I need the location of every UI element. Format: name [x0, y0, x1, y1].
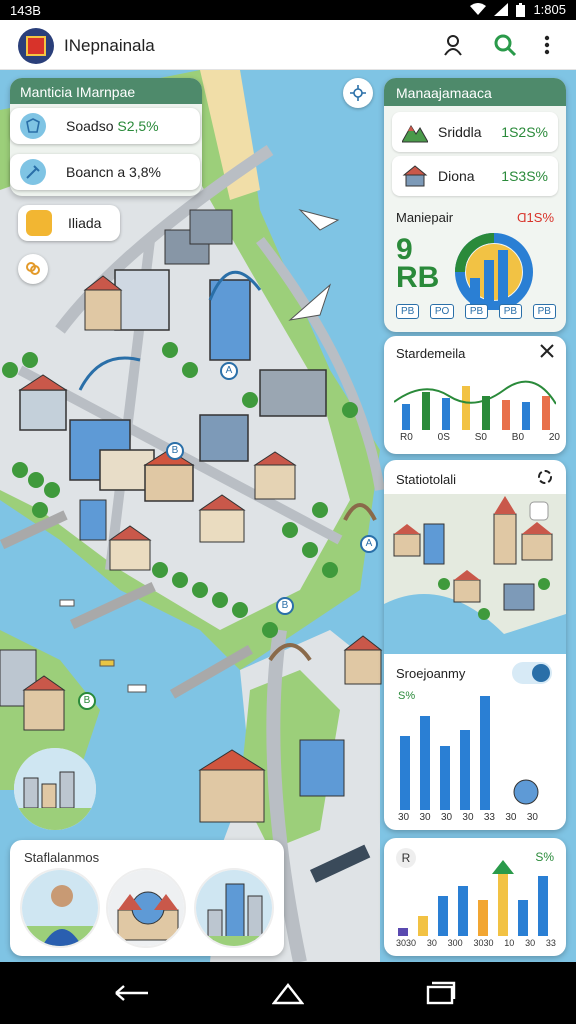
tag[interactable]: PB	[498, 304, 523, 319]
search-icon[interactable]	[492, 32, 518, 58]
backpack-icon	[26, 210, 52, 236]
mini-map-illustration	[384, 494, 566, 654]
row-label: Diona	[438, 168, 475, 184]
axis-tick: 30	[462, 812, 474, 823]
axis-tick: 30	[505, 812, 517, 823]
tag-list: PB PO PB PB PB	[396, 304, 556, 319]
pill-label: Iliada	[68, 215, 102, 231]
gallery-card: Staflalanmos	[10, 840, 284, 956]
statistics-chart	[394, 380, 556, 430]
axis-tick: 33	[483, 812, 495, 823]
row-value: 1S2S%	[501, 124, 548, 140]
growth-card: R S% 3030 30 300 3030 10 30 33	[384, 838, 566, 956]
tag[interactable]: PO	[429, 304, 455, 319]
profile-icon[interactable]	[440, 32, 466, 58]
system-nav-bar	[0, 962, 576, 1024]
battery-icon	[516, 2, 526, 17]
axis-tick: 10	[504, 938, 515, 948]
big-value: 9 RB	[396, 233, 440, 294]
axis-tick: 30	[526, 812, 538, 823]
row-label: Boancn a 3,8%	[66, 164, 161, 180]
secondary-title: Sroejoanmy	[396, 666, 466, 681]
left-panel-row[interactable]: Boancn a 3,8%	[10, 154, 200, 190]
gallery-title: Staflalanmos	[24, 850, 100, 865]
app-logo[interactable]	[18, 28, 54, 64]
more-icon[interactable]	[534, 32, 560, 58]
axis-tick: 33	[545, 938, 556, 948]
statistics-axis: R0 0S S0 B0 20	[400, 432, 560, 443]
wrench-icon	[20, 159, 46, 185]
shield-icon	[20, 113, 46, 139]
recents-button[interactable]	[420, 976, 460, 1010]
axis-tick: 3030	[396, 938, 417, 948]
row-value: S2,5%	[117, 118, 159, 134]
mountain-icon	[402, 125, 428, 143]
metric-value: Ɑ1S%	[517, 210, 554, 225]
map-pin[interactable]: A	[360, 535, 378, 553]
row-label: Soadso	[66, 118, 114, 134]
axis-tick: 30	[440, 812, 453, 823]
growth-axis: 3030 30 300 3030 10 30 33	[396, 938, 556, 948]
map-pin[interactable]: B	[276, 597, 294, 615]
status-time-right: 1:805	[533, 2, 566, 17]
tag[interactable]: PB	[532, 304, 556, 319]
management-title: Manaajamaaca	[384, 78, 566, 106]
home-button[interactable]	[268, 976, 308, 1010]
tag[interactable]: PB	[396, 304, 420, 319]
left-panel-title: Manticia IMarnpae	[10, 78, 202, 104]
app-title: INepnainala	[64, 36, 155, 55]
hut-icon	[402, 165, 428, 187]
map-stats-title: Statiotolali	[396, 472, 456, 487]
row-label: Sriddla	[438, 124, 482, 140]
map-pin[interactable]: B	[166, 442, 184, 460]
person-photo[interactable]	[20, 868, 100, 948]
town-photo[interactable]	[14, 748, 96, 830]
bar-chart	[400, 696, 539, 810]
bar-chart-axis: 30 30 30 30 33 30 30	[398, 812, 538, 823]
crosshair-icon[interactable]	[343, 78, 373, 108]
axis-tick: 20	[548, 432, 560, 443]
management-row[interactable]: Diona 1S3S%	[392, 156, 558, 196]
statistics-card: Stardemeila R0 0S S0 B0 20	[384, 336, 566, 454]
management-row[interactable]: Sriddla 1S2S%	[392, 112, 558, 152]
towers-photo[interactable]	[194, 868, 274, 948]
management-card: Manaajamaaca Sriddla 1S2S% Diona 1S3S% M…	[384, 78, 566, 332]
axis-tick: 30	[525, 938, 536, 948]
growth-chart	[398, 860, 548, 936]
axis-tick: 30	[398, 812, 410, 823]
axis-tick: R0	[400, 432, 413, 443]
status-bar: 14ЗB 1:805	[0, 0, 576, 20]
signal-icon	[494, 3, 509, 16]
status-icons: 1:805	[470, 2, 566, 17]
bouquet-icon[interactable]	[18, 254, 48, 284]
axis-tick: 300	[447, 938, 463, 948]
axis-tick: 30	[426, 938, 437, 948]
app-bar: INepnainala	[0, 20, 576, 70]
view-toggle[interactable]	[512, 662, 552, 684]
row-value: 1S3S%	[501, 168, 548, 184]
close-icon[interactable]	[540, 344, 554, 363]
tag[interactable]: PB	[464, 304, 489, 319]
axis-tick: 3030	[473, 938, 494, 948]
metric-label: Maniepair	[396, 210, 454, 225]
left-pill[interactable]: Iliada	[18, 205, 120, 241]
left-panel-row[interactable]: Soadso S2,5%	[10, 108, 200, 144]
dome-building-photo[interactable]	[106, 868, 186, 948]
axis-tick: 0S	[437, 432, 450, 443]
statistics-title: Stardemeila	[396, 346, 466, 361]
map-stats-card: Statiotolali Sroejoanmy S% 30 30 30 30 3…	[384, 460, 566, 830]
status-time-left: 14ЗB	[10, 3, 41, 18]
axis-tick: 30	[419, 812, 431, 823]
map-pin[interactable]: B	[78, 692, 96, 710]
map-pin[interactable]: A	[220, 362, 238, 380]
refresh-icon[interactable]	[536, 468, 554, 491]
wifi-icon	[470, 3, 487, 15]
axis-tick: B0	[511, 432, 525, 443]
axis-tick: S0	[474, 432, 487, 443]
donut-chart	[455, 233, 533, 310]
back-button[interactable]	[112, 976, 152, 1010]
